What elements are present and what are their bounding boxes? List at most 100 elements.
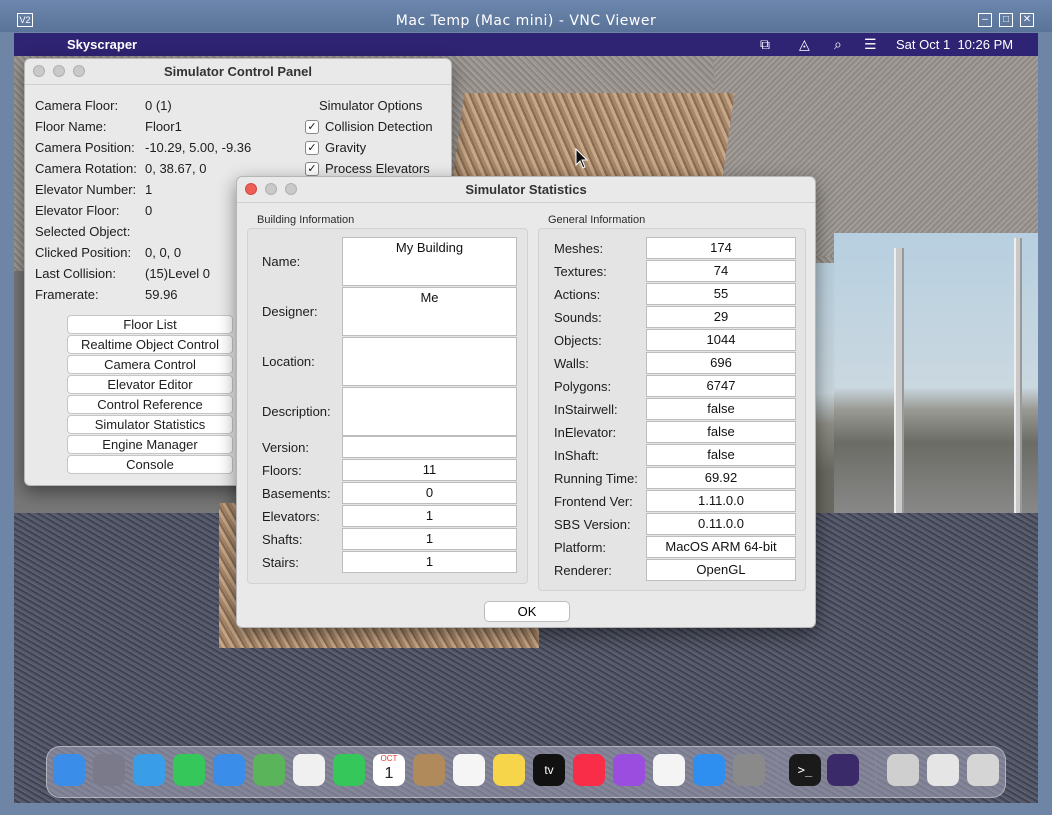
panel-button[interactable]: Camera Control [67, 355, 233, 374]
field-label: Clicked Position: [35, 245, 132, 260]
building-field-value: My Building [342, 237, 517, 286]
control-center-icon[interactable]: ☰ [864, 36, 877, 53]
building-field-label: Elevators: [262, 509, 320, 524]
trash-icon[interactable] [967, 754, 999, 786]
menu-time: 10:26 PM [957, 37, 1014, 52]
building-field-label: Shafts: [262, 532, 303, 547]
safari-icon[interactable] [133, 754, 165, 786]
building-field-label: Location: [262, 354, 315, 369]
finder-icon[interactable] [53, 754, 85, 786]
reminders-icon[interactable] [453, 754, 485, 786]
general-field-value: 0.11.0.0 [646, 513, 796, 535]
panel-button[interactable]: Simulator Statistics [67, 415, 233, 434]
field-label: Camera Position: [35, 140, 135, 155]
menu-clock[interactable]: Sat Oct 1 10:26 PM [896, 37, 1013, 52]
general-field-label: Platform: [554, 540, 607, 555]
panel-button[interactable]: Engine Manager [67, 435, 233, 454]
building-field-label: Basements: [262, 486, 331, 501]
scene-pillar [894, 248, 904, 518]
statistics-title: Simulator Statistics [465, 182, 587, 197]
building-field-value [342, 337, 517, 386]
maximize-icon[interactable]: □ [999, 13, 1013, 27]
general-field-value: 29 [646, 306, 796, 328]
general-field-value: MacOS ARM 64-bit [646, 536, 796, 558]
screenshot-icon[interactable] [927, 754, 959, 786]
music-icon[interactable] [573, 754, 605, 786]
option-checkbox[interactable]: ✓ [305, 162, 319, 176]
remote-screen[interactable]: Skyscraper ⧉ ◬ ⌕ ☰ Sat Oct 1 10:26 PM Si… [14, 33, 1038, 803]
spotlight-search-icon[interactable]: ⌕ [834, 36, 842, 53]
option-checkbox[interactable]: ✓ [305, 141, 319, 155]
option-checkbox[interactable]: ✓ [305, 120, 319, 134]
general-field-label: Polygons: [554, 379, 612, 394]
field-value: 59.96 [145, 287, 178, 302]
field-value: 0 (1) [145, 98, 172, 113]
building-field-value: 0 [342, 482, 517, 504]
option-label: Gravity [325, 140, 367, 155]
mouse-cursor-icon [575, 148, 589, 169]
minimize-icon[interactable]: – [978, 13, 992, 27]
panel-button[interactable]: Control Reference [67, 395, 233, 414]
field-label: Selected Object: [35, 224, 131, 239]
building-field-value: Me [342, 287, 517, 336]
general-field-value: OpenGL [646, 559, 796, 581]
general-field-label: Sounds: [554, 310, 602, 325]
field-label: Camera Floor: [35, 98, 119, 113]
panel-button[interactable]: Console [67, 455, 233, 474]
field-label: Floor Name: [35, 119, 107, 134]
menu-date: Sat Oct 1 [896, 37, 951, 52]
calendar-icon[interactable]: OCT 1 [373, 754, 405, 786]
notes-icon[interactable] [493, 754, 525, 786]
general-field-label: SBS Version: [554, 517, 631, 532]
statistics-titlebar[interactable]: Simulator Statistics [237, 177, 815, 203]
vnc-window-title: Mac Temp (Mac mini) - VNC Viewer [395, 13, 657, 29]
skyscraper-icon[interactable] [827, 754, 859, 786]
terminal-icon[interactable]: >_ [789, 754, 821, 786]
building-field-value [342, 387, 517, 436]
tv-icon[interactable]: tv [533, 754, 565, 786]
podcasts-icon[interactable] [613, 754, 645, 786]
field-value: -10.29, 5.00, -9.36 [145, 140, 252, 155]
general-field-label: InShaft: [554, 448, 599, 463]
ok-button[interactable]: OK [484, 601, 570, 622]
contacts-icon[interactable] [413, 754, 445, 786]
field-label: Elevator Floor: [35, 203, 120, 218]
close-icon[interactable]: ✕ [1020, 13, 1034, 27]
building-field-label: Stairs: [262, 555, 299, 570]
facetime-icon[interactable] [333, 754, 365, 786]
panel-button[interactable]: Floor List [67, 315, 233, 334]
menu-app-name[interactable]: Skyscraper [67, 37, 137, 52]
app-store-icon[interactable] [693, 754, 725, 786]
general-field-value: false [646, 398, 796, 420]
launchpad-icon[interactable] [93, 754, 125, 786]
vnc-title-bar: V2 Mac Temp (Mac mini) - VNC Viewer – □ … [0, 0, 1052, 32]
photos-icon[interactable] [293, 754, 325, 786]
option-label: Collision Detection [325, 119, 433, 134]
maps-icon[interactable] [253, 754, 285, 786]
calendar-month: OCT [380, 754, 398, 763]
panel-button[interactable]: Elevator Editor [67, 375, 233, 394]
general-field-value: 1.11.0.0 [646, 490, 796, 512]
general-field-label: InStairwell: [554, 402, 618, 417]
general-field-value: 696 [646, 352, 796, 374]
preview-icon[interactable] [887, 754, 919, 786]
news-icon[interactable] [653, 754, 685, 786]
mail-icon[interactable] [213, 754, 245, 786]
wifi-icon[interactable]: ◬ [799, 36, 810, 53]
dock-divider [777, 755, 778, 789]
field-label: Camera Rotation: [35, 161, 137, 176]
panel-button[interactable]: Realtime Object Control [67, 335, 233, 354]
field-value: 1 [145, 182, 153, 197]
field-label: Last Collision: [35, 266, 116, 281]
options-title: Simulator Options [319, 98, 423, 113]
messages-icon[interactable] [173, 754, 205, 786]
dock-divider [875, 755, 876, 789]
building-field-label: Description: [262, 404, 331, 419]
building-field-value: 11 [342, 459, 517, 481]
control-panel-titlebar[interactable]: Simulator Control Panel [25, 59, 451, 85]
system-preferences-icon[interactable] [733, 754, 765, 786]
general-field-value: 55 [646, 283, 796, 305]
screen-mirror-icon[interactable]: ⧉ [760, 36, 770, 53]
field-value: Floor1 [145, 119, 182, 134]
general-field-value: 6747 [646, 375, 796, 397]
